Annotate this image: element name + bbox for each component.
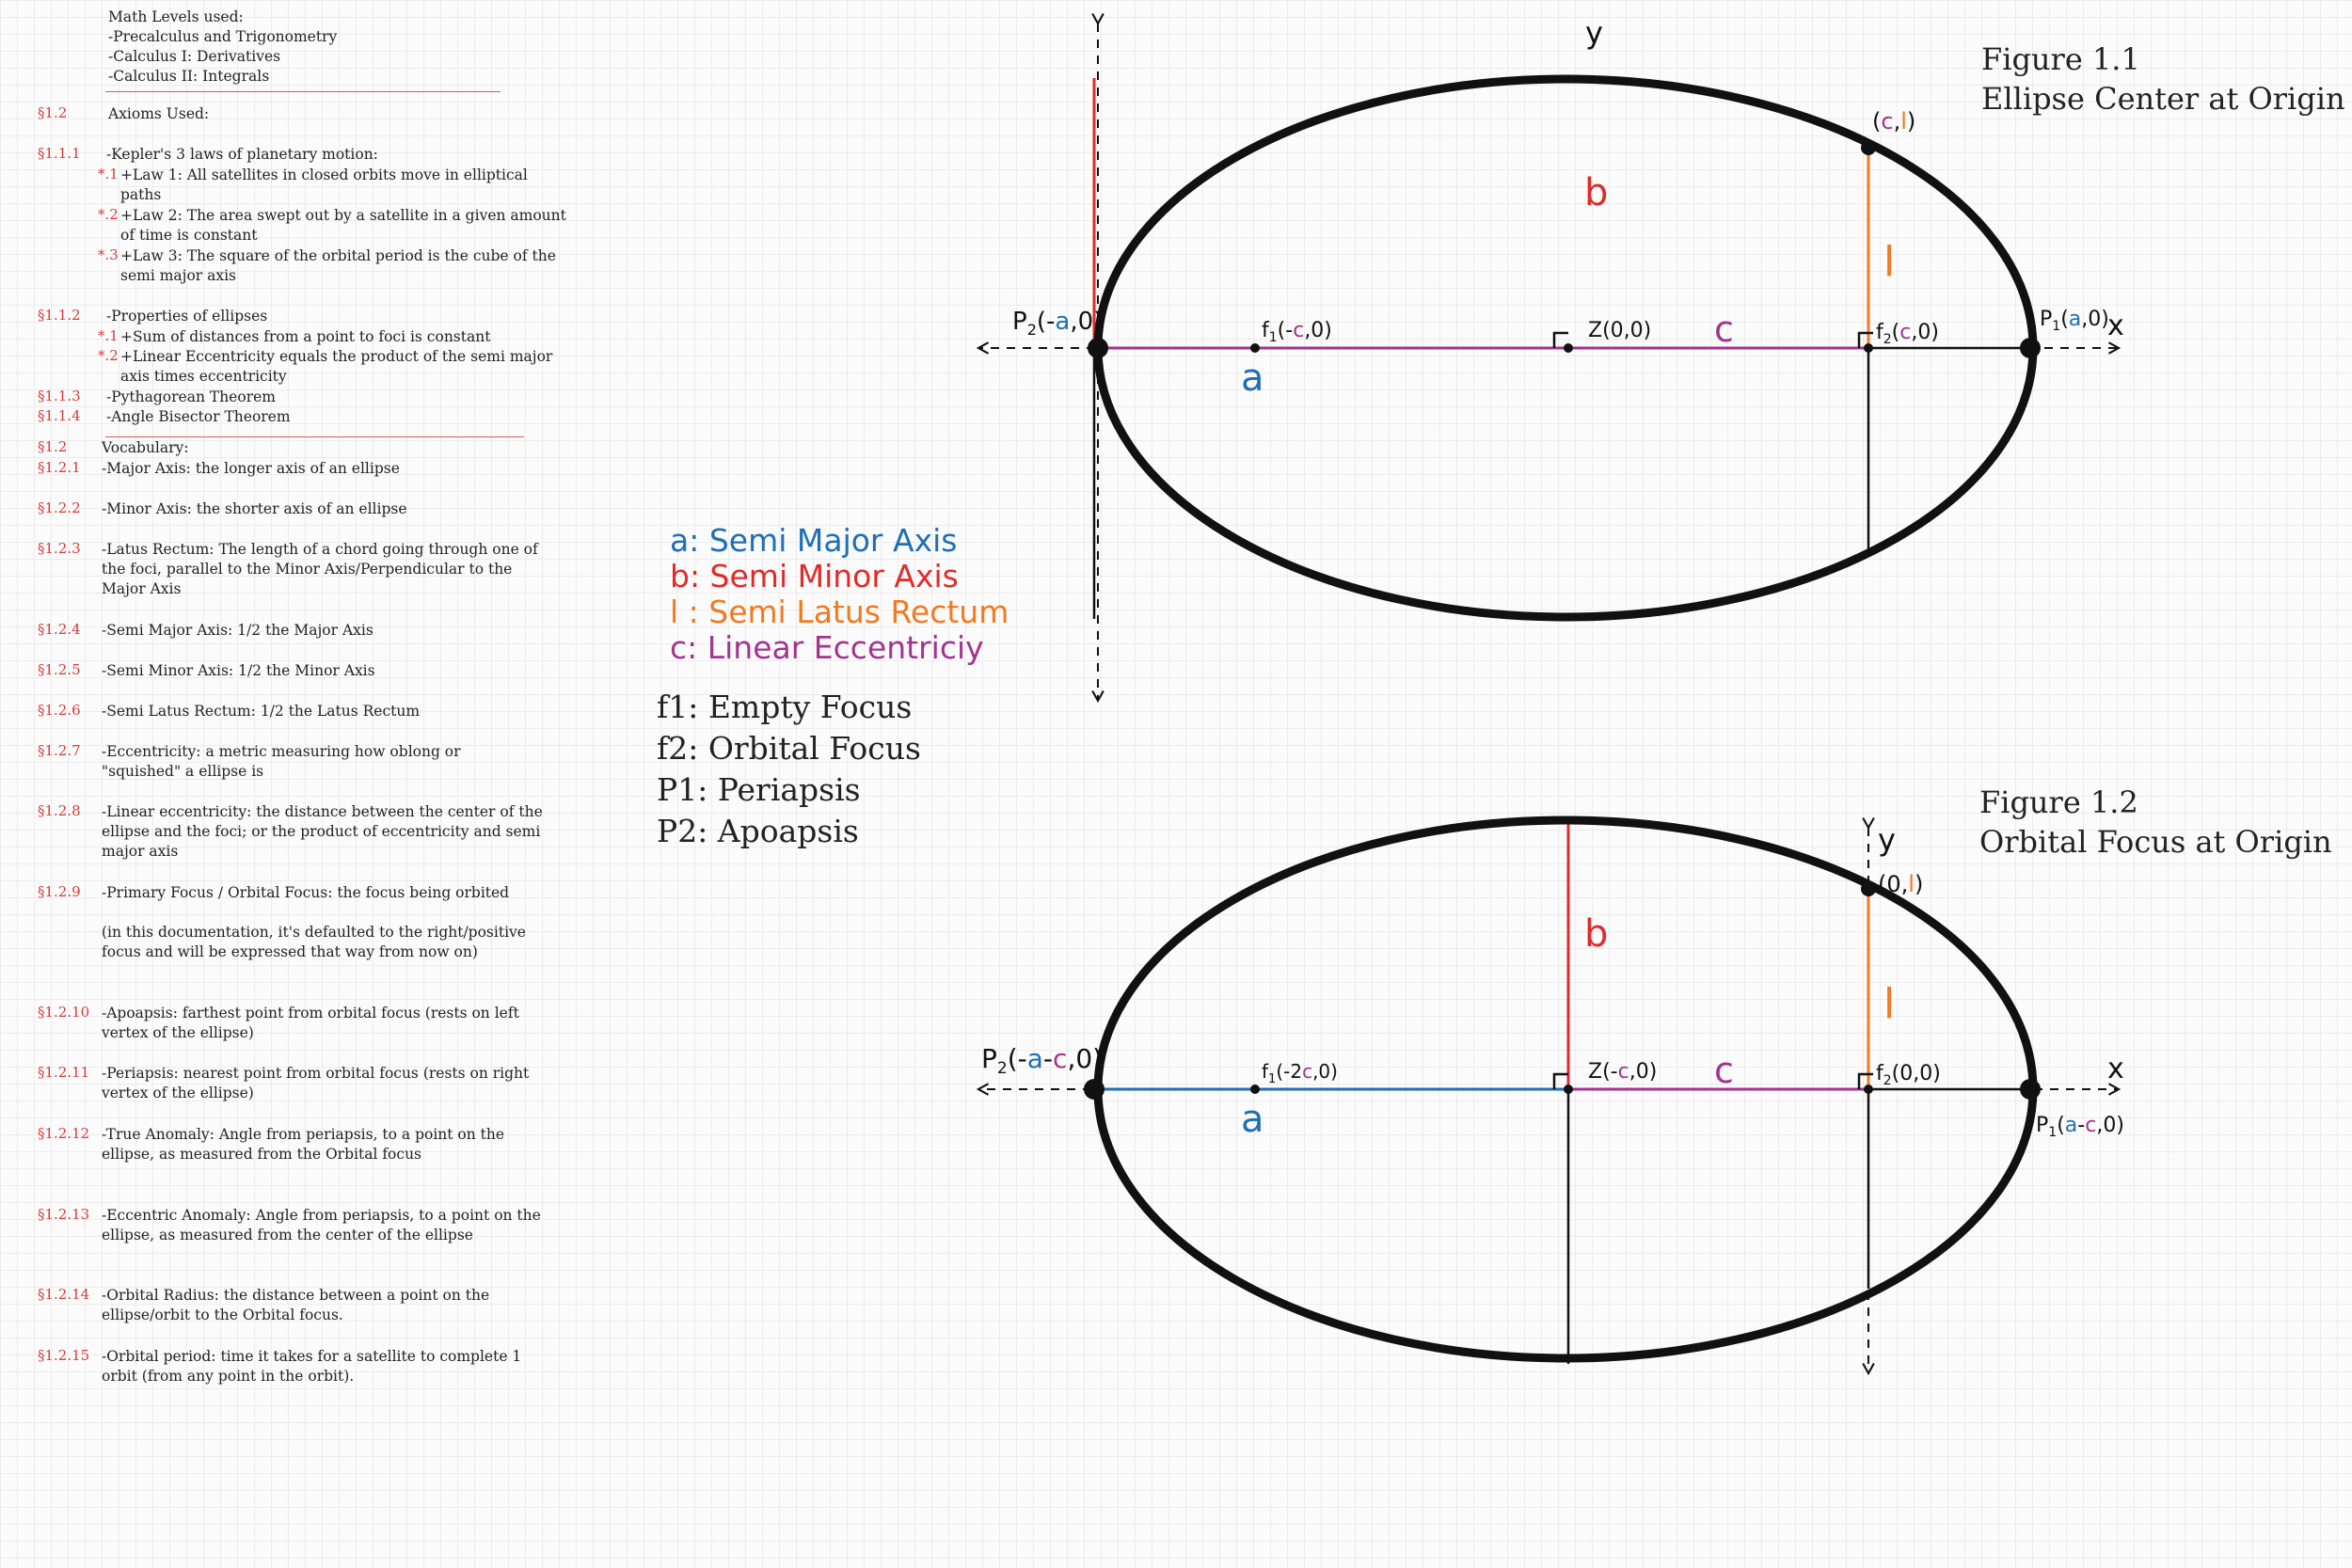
figure2-latus-point — [1861, 881, 1876, 896]
figure1-b-label: b — [1584, 171, 1608, 214]
figure2-f2-point — [1864, 1085, 1873, 1094]
figure1-f2-point — [1864, 343, 1873, 353]
figure2-f1-label: f1(-2c,0) — [1262, 1060, 1338, 1086]
figure2-y-label: y — [1878, 822, 1896, 858]
figure1-f2-label: f2(c,0) — [1876, 321, 1939, 347]
figure2-diagram: y x a b c l P2(-a-c,0) f1(-2c,0) Z(-c,0)… — [976, 816, 2124, 1376]
ellipse-diagrams: y x a b c l P2(-a,0) f1(-c,0) Z(0,0) f2(… — [976, 12, 2124, 1376]
figure2-c-label: c — [1714, 1050, 1734, 1091]
figure2-b-label: b — [1584, 912, 1608, 956]
figure2-center-point — [1564, 1085, 1573, 1094]
figure2-latus-label: (0,l) — [1878, 871, 1923, 897]
figure2-p1-point — [2020, 1079, 2041, 1100]
figure1-a-label: a — [1241, 356, 1264, 400]
figure2-p2-point — [1084, 1079, 1104, 1100]
figure2-p1-label: P1(a-c,0) — [2036, 1114, 2124, 1140]
figure1-latus-point — [1861, 140, 1876, 155]
figure2-x-label: x — [2107, 1053, 2124, 1085]
figure2-f1-point — [1250, 1085, 1260, 1094]
figure1-p2-label: P2(-a,0) — [1012, 308, 1103, 339]
figure2-a-label: a — [1241, 1098, 1264, 1141]
figure1-p1-point — [2020, 338, 2041, 358]
figure1-y-label: y — [1585, 15, 1603, 51]
figure2-l-label: l — [1883, 980, 1895, 1028]
figure1-f1-point — [1250, 343, 1260, 353]
figure2-f2-label: f2(0,0) — [1876, 1062, 1941, 1088]
figure1-f1-label: f1(-c,0) — [1262, 319, 1332, 345]
figure1-center-point — [1564, 343, 1573, 353]
figure1-p2-point — [1088, 338, 1108, 358]
figure1-c-label: c — [1714, 309, 1734, 350]
figure1-p1-label: P1(a,0) — [2040, 308, 2109, 334]
figure1-z-label: Z(0,0) — [1588, 319, 1651, 342]
figure2-p2-label: P2(-a-c,0) — [981, 1043, 1103, 1078]
figure1-x-label: x — [2107, 309, 2124, 342]
figure1-l-label: l — [1883, 238, 1895, 286]
figure1-latus-label: (c,l) — [1872, 108, 1915, 135]
figure2-z-label: Z(-c,0) — [1588, 1060, 1657, 1084]
figure1-diagram: y x a b c l P2(-a,0) f1(-c,0) Z(0,0) f2(… — [976, 12, 2124, 704]
